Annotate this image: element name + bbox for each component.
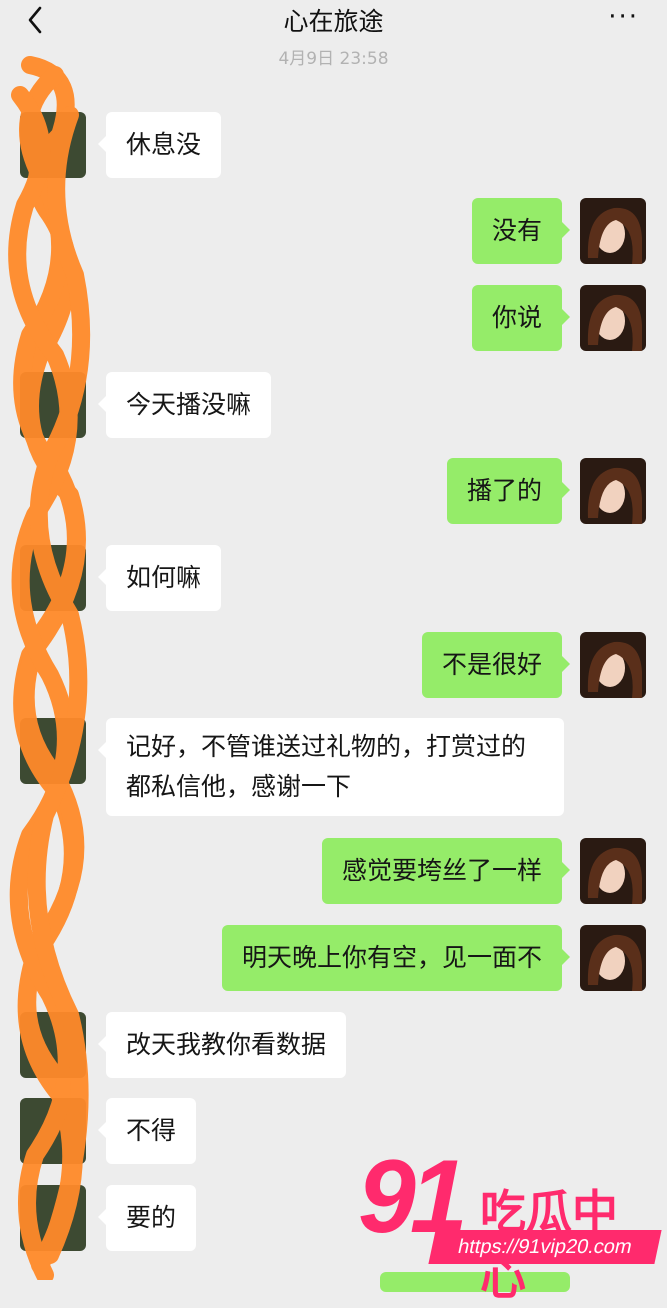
message-bubble-received[interactable]: 今天播没嘛 — [97, 372, 272, 438]
contact-avatar[interactable] — [20, 112, 86, 178]
chat-title: 心在旅途 — [283, 7, 384, 36]
message-timestamp: 4月9日 23:58 — [278, 49, 389, 69]
message-bubble-sent[interactable]: 你说 — [471, 285, 571, 351]
message-bubble-received[interactable]: 记好，不管谁送过礼物的，打赏过的都私信他，感谢一下 — [98, 718, 564, 816]
my-avatar[interactable] — [580, 458, 646, 524]
my-avatar[interactable] — [580, 198, 646, 264]
contact-avatar[interactable] — [20, 718, 86, 784]
my-avatar[interactable] — [580, 838, 646, 904]
redaction-scribble — [8, 56, 91, 1280]
contact-avatar[interactable] — [20, 372, 86, 438]
my-avatar[interactable] — [580, 285, 646, 351]
message-bubble-sent[interactable]: 明天晚上你有空，见一面不 — [221, 925, 571, 991]
message-bubble-received[interactable]: 不得 — [97, 1098, 197, 1164]
message-bubble-sent[interactable]: 播了的 — [446, 458, 571, 524]
contact-avatar[interactable] — [20, 1012, 86, 1078]
my-avatar[interactable] — [580, 925, 646, 991]
message-bubble-received[interactable]: 如何嘛 — [97, 545, 222, 611]
message-bubble-sent[interactable]: 没有 — [471, 198, 571, 264]
message-bubble-received[interactable]: 改天我教你看数据 — [97, 1012, 347, 1078]
my-avatar[interactable] — [580, 632, 646, 698]
site-watermark: 91 吃瓜中心 https://91vip20.com — [352, 1139, 662, 1305]
contact-avatar[interactable] — [20, 545, 86, 611]
more-options-icon[interactable]: ··· — [608, 2, 639, 32]
message-bubble-sent[interactable]: 不是很好 — [421, 632, 571, 698]
message-bubble-sent[interactable]: 感觉要垮丝了一样 — [321, 838, 571, 904]
message-bubble-received[interactable]: 休息没 — [97, 112, 222, 178]
chat-header: 心在旅途 ··· — [0, 0, 667, 40]
watermark-url: https://91vip20.com — [428, 1230, 662, 1264]
contact-avatar[interactable] — [20, 1185, 86, 1251]
message-bubble-received[interactable]: 要的 — [97, 1185, 197, 1251]
contact-avatar[interactable] — [20, 1098, 86, 1164]
